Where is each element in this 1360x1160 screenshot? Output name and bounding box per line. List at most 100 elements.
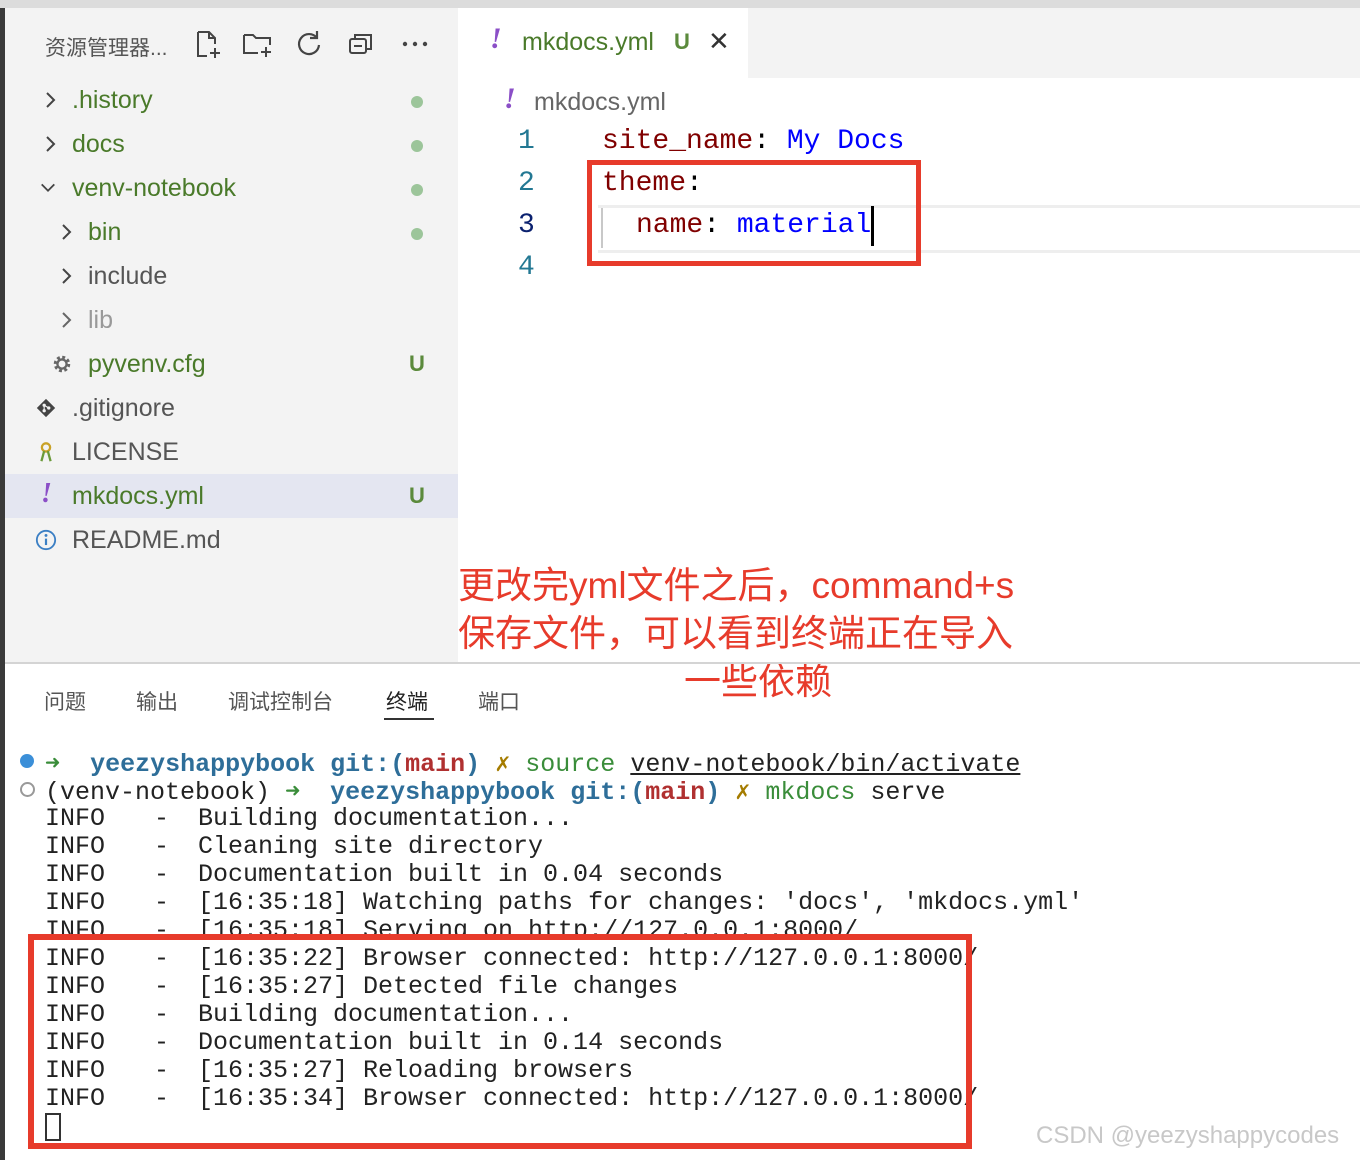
tree-item-license[interactable]: LICENSE [5, 430, 458, 474]
tree-item-label: bin [88, 218, 122, 246]
tree-item-label: lib [88, 306, 114, 334]
tab-mkdocs-yml[interactable]: ! mkdocs.yml U ✕ [458, 8, 748, 78]
tree-item-bin[interactable]: bin [5, 210, 458, 254]
command-running-dot[interactable] [20, 782, 35, 797]
untracked-badge: U [409, 351, 425, 376]
log-dash: - [154, 916, 170, 934]
log-message: Cleaning site directory [198, 832, 544, 861]
tree-item-docs[interactable]: docs [5, 122, 458, 166]
terminal-log-line: INFO - [16:35:18] Watching paths for chang… [0, 888, 1360, 917]
annotation-line: 保存文件，可以看到终端正在导入 [458, 613, 1013, 654]
prompt-branch: main [645, 778, 706, 807]
annotation-text: 更改完yml文件之后，command+s 保存文件，可以看到终端正在导入 一些依… [458, 562, 1058, 706]
prompt-user: yeezyshappybook [90, 750, 316, 779]
watermark: CSDN @yeezyshappycodes [1036, 1122, 1340, 1149]
license-key-icon [40, 442, 52, 462]
gear-icon [53, 355, 71, 373]
chevron-right-icon [62, 268, 72, 284]
tab-terminal[interactable]: 终端 [386, 686, 428, 716]
collapse-all-icon[interactable] [345, 28, 377, 60]
prompt-git: git:( [570, 778, 646, 807]
log-dash: - [154, 888, 170, 917]
line-number: 1 [518, 126, 535, 157]
tab-ports[interactable]: 端口 [478, 686, 520, 716]
tab-output[interactable]: 输出 [136, 686, 178, 716]
prompt-branch: main [405, 750, 466, 779]
tree-item-mkdocs-yml[interactable]: ! mkdocs.yml U [5, 474, 458, 518]
prompt-user: yeezyshappybook [330, 778, 556, 807]
log-message[interactable]: [16:35:18] Serving on http://127.0.0.1:8… [198, 916, 858, 934]
yaml-key: site_name [602, 126, 754, 157]
window-top-strip [0, 0, 1360, 8]
prompt-git: git:( [330, 750, 406, 779]
tree-item-include[interactable]: include [5, 254, 458, 298]
log-dash: - [154, 804, 170, 833]
tree-item-pyvenv-cfg[interactable]: pyvenv.cfg U [5, 342, 458, 386]
code-line-1[interactable]: site_name: My Docs [602, 126, 904, 157]
explorer-header: 资源管理器... [5, 8, 458, 78]
yaml-exclamation-icon: ! [490, 22, 502, 55]
tree-item-label: include [88, 262, 168, 290]
modified-dot [411, 140, 423, 152]
tree-item-label: README.md [72, 526, 221, 554]
prompt-git-close: ) [705, 778, 721, 807]
more-actions-icon[interactable] [399, 28, 431, 60]
untracked-badge: U [674, 29, 690, 54]
annotation-line: 更改完yml文件之后，command+s [458, 565, 1015, 606]
terminal-prompt-line: (venv-notebook) ➜ yeezyshappybook git:(m… [45, 776, 1345, 807]
chevron-right-icon [46, 92, 56, 108]
tree-item-label: mkdocs.yml [72, 482, 204, 510]
tree-item-readme[interactable]: README.md [5, 518, 458, 562]
tab-problems[interactable]: 问题 [44, 686, 86, 716]
annotation-line: 一些依赖 [684, 661, 832, 702]
chevron-right-icon [46, 136, 56, 152]
tree-item-label: pyvenv.cfg [88, 350, 206, 378]
prompt-dirty-mark: ✗ [735, 778, 751, 807]
log-message: [16:35:18] Watching paths for changes: '… [198, 888, 1084, 917]
line-number: 2 [518, 168, 535, 199]
chevron-down-icon [41, 183, 55, 192]
highlight-box-terminal [28, 934, 972, 1149]
info-icon [35, 529, 57, 551]
terminal-log-line: INFO - Documentation built in 0.04 seconds [0, 860, 1360, 889]
log-level: INFO [45, 860, 106, 889]
tree-item-label: LICENSE [72, 438, 179, 466]
terminal-prompt-line: ➜ yeezyshappybook git:(main) ✗ source ve… [45, 748, 1345, 779]
terminal-command-arg: serve [870, 778, 946, 807]
tab-debug-console[interactable]: 调试控制台 [228, 686, 333, 716]
panel-separator [5, 662, 1360, 664]
terminal-log-line: INFO - Building documentation... [0, 804, 1360, 833]
terminal-command-arg[interactable]: venv-notebook/bin/activate [630, 750, 1020, 779]
line-number: 3 [518, 210, 535, 241]
highlight-box-editor [587, 160, 921, 266]
refresh-icon[interactable] [293, 28, 325, 60]
close-icon[interactable]: ✕ [708, 26, 730, 57]
tree-item-label: venv-notebook [72, 174, 237, 202]
tree-item-venv-notebook[interactable]: venv-notebook [5, 166, 458, 210]
modified-dot [411, 96, 423, 108]
modified-dot [411, 228, 423, 240]
yaml-colon: : [753, 126, 787, 157]
tree-item-lib[interactable]: lib [5, 298, 458, 342]
log-level: INFO [45, 916, 106, 934]
prompt-venv: (venv-notebook) [45, 778, 271, 807]
command-success-dot[interactable] [20, 754, 34, 768]
tree-item-history[interactable]: .history [5, 78, 458, 122]
chevron-right-icon [62, 224, 72, 240]
explorer-title: 资源管理器... [45, 37, 168, 60]
prompt-git-close: ) [465, 750, 481, 779]
tree-item-label: .history [72, 86, 153, 114]
log-dash: - [154, 860, 170, 889]
log-level: INFO [45, 888, 106, 917]
untracked-badge: U [409, 483, 425, 508]
tree-item-label: docs [72, 130, 125, 158]
log-dash: - [154, 832, 170, 861]
tab-label: mkdocs.yml [522, 28, 654, 56]
tree-item-gitignore[interactable]: .gitignore [5, 386, 458, 430]
prompt-dirty-mark: ✗ [495, 750, 511, 779]
new-file-icon[interactable] [191, 28, 223, 60]
new-folder-icon[interactable] [241, 28, 273, 60]
yaml-exclamation-icon: ! [504, 82, 516, 115]
log-message: Building documentation... [198, 804, 574, 833]
breadcrumb[interactable]: mkdocs.yml [534, 88, 666, 117]
